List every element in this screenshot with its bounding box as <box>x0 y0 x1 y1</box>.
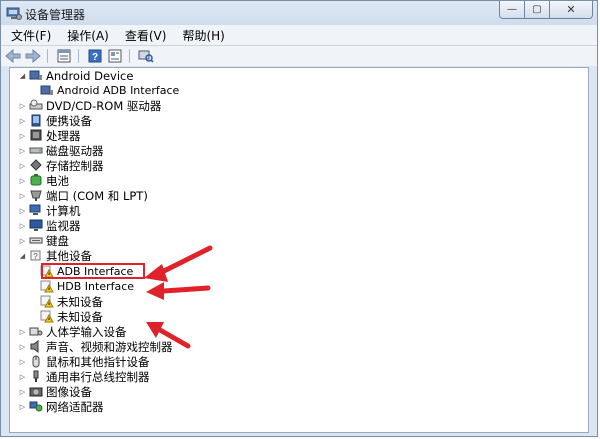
monitor-icon <box>29 219 43 232</box>
properties-icon[interactable] <box>56 48 72 64</box>
toolbar-separator <box>129 49 130 63</box>
warning-device-icon <box>40 310 54 323</box>
tree-item-processor[interactable]: ▷ 处理器 <box>18 128 81 143</box>
close-button[interactable]: ✕ <box>550 1 593 19</box>
tree-item-imaging[interactable]: ▷ 图像设备 <box>18 384 92 399</box>
tree-item-mouse[interactable]: ▷ 鼠标和其他指针设备 <box>18 354 150 369</box>
expand-triangle-icon[interactable]: ▷ <box>18 388 27 396</box>
toolbar-separator <box>78 49 79 63</box>
tree-item-keyboard[interactable]: ▷ 键盘 <box>18 233 69 248</box>
tree-item-dvd[interactable]: ▷ DVD/CD-ROM 驱动器 <box>18 98 162 113</box>
menu-bar: 文件(F) 操作(A) 查看(V) 帮助(H) <box>1 25 597 46</box>
tree-item-battery[interactable]: ▷ 电池 <box>18 173 69 188</box>
speaker-icon <box>29 340 43 353</box>
toolbar-separator <box>47 49 48 63</box>
other-devices-icon: ? <box>29 249 43 262</box>
battery-icon <box>29 174 43 187</box>
scan-hardware-icon[interactable] <box>138 48 154 64</box>
arrow-head-adb <box>144 264 168 282</box>
tree-item-network[interactable]: ▷ 网络适配器 <box>18 399 104 414</box>
maximize-icon: ▢ <box>532 4 542 15</box>
collapse-triangle-icon[interactable]: ◢ <box>18 252 27 260</box>
dvd-drive-icon <box>29 99 43 112</box>
expand-triangle-icon[interactable]: ▷ <box>18 237 27 245</box>
expand-triangle-icon[interactable]: ▷ <box>18 102 27 110</box>
tree-item-disk[interactable]: ▷ 磁盘驱动器 <box>18 143 104 158</box>
help-icon[interactable]: ? <box>87 48 103 64</box>
port-icon <box>29 189 43 202</box>
tree-item-portable[interactable]: ▷ 便携设备 <box>18 113 92 128</box>
minimize-icon: — <box>507 4 517 15</box>
arrow-to-adb <box>155 245 213 277</box>
maximize-button[interactable]: ▢ <box>525 1 550 19</box>
expand-triangle-icon[interactable]: ▷ <box>18 117 27 125</box>
keyboard-icon <box>29 234 43 247</box>
forward-arrow-icon[interactable] <box>25 48 41 64</box>
arrow-head-hdb <box>146 282 164 300</box>
expand-triangle-icon[interactable]: ▷ <box>18 373 27 381</box>
device-manager-icon <box>6 5 22 21</box>
tree-item-storage[interactable]: ▷ 存储控制器 <box>18 158 104 173</box>
tree-item-unknown-device[interactable]: 未知设备 <box>40 294 103 309</box>
menu-view[interactable]: 查看(V) <box>119 27 173 44</box>
device-tree[interactable]: ◢ Android Device Android ADB Interface ▷… <box>9 67 589 433</box>
minimize-button[interactable]: — <box>499 1 525 19</box>
expand-triangle-icon[interactable]: ▷ <box>18 358 27 366</box>
disk-drive-icon <box>29 144 43 157</box>
device-manager-window: 设备管理器 — ▢ ✕ 文件(F) 操作(A) 查看(V) 帮助(H) ? ◢ … <box>0 0 598 437</box>
tree-item-usb[interactable]: ▷ 通用串行总线控制器 <box>18 369 150 384</box>
tree-item-ports[interactable]: ▷ 端口 (COM 和 LPT) <box>18 188 148 203</box>
expand-triangle-icon[interactable]: ▷ <box>18 132 27 140</box>
svg-text:?: ? <box>92 52 98 63</box>
highlight-box <box>41 263 145 279</box>
menu-file[interactable]: 文件(F) <box>5 27 57 44</box>
warning-device-icon <box>40 280 54 293</box>
back-arrow-icon[interactable] <box>5 48 21 64</box>
tree-item-android-adb[interactable]: Android ADB Interface <box>40 83 179 98</box>
collapse-triangle-icon[interactable]: ◢ <box>18 72 27 80</box>
expand-triangle-icon[interactable]: ▷ <box>18 328 27 336</box>
expand-triangle-icon[interactable]: ▷ <box>18 343 27 351</box>
mouse-icon <box>29 355 43 368</box>
expand-triangle-icon[interactable]: ▷ <box>18 207 27 215</box>
warning-device-icon <box>40 295 54 308</box>
expand-triangle-icon[interactable]: ▷ <box>18 192 27 200</box>
camera-icon <box>29 385 43 398</box>
expand-triangle-icon[interactable]: ▷ <box>18 147 27 155</box>
hid-icon <box>29 325 43 338</box>
arrow-to-hdb <box>161 285 211 294</box>
toolbar: ? <box>1 46 597 66</box>
title-bar[interactable]: 设备管理器 — ▢ ✕ <box>1 1 597 25</box>
menu-help[interactable]: 帮助(H) <box>176 27 230 44</box>
expand-triangle-icon[interactable]: ▷ <box>18 222 27 230</box>
tree-item-hid[interactable]: ▷ 人体学输入设备 <box>18 324 127 339</box>
portable-device-icon <box>29 114 43 127</box>
tree-item-monitor[interactable]: ▷ 监视器 <box>18 218 81 233</box>
tree-item-hdb-interface[interactable]: HDB Interface <box>40 279 134 294</box>
tree-item-computer[interactable]: ▷ 计算机 <box>18 203 81 218</box>
expand-triangle-icon[interactable]: ▷ <box>18 177 27 185</box>
menu-action[interactable]: 操作(A) <box>61 27 115 44</box>
android-device-icon <box>40 84 54 97</box>
close-icon: ✕ <box>566 3 576 16</box>
network-adapter-icon <box>29 400 43 413</box>
window-title: 设备管理器 <box>25 8 86 22</box>
tree-item-unknown-device[interactable]: 未知设备 <box>40 309 103 324</box>
android-device-icon <box>29 69 43 82</box>
computer-icon <box>29 204 43 217</box>
annotation-arrows <box>144 245 213 349</box>
expand-triangle-icon[interactable]: ▷ <box>18 403 27 411</box>
usb-icon <box>29 370 43 383</box>
tree-item-android-device[interactable]: ◢ Android Device <box>18 68 134 83</box>
view-icon[interactable] <box>107 48 123 64</box>
arrow-to-unknown <box>157 327 191 349</box>
svg-text:?: ? <box>33 252 38 261</box>
tree-item-other-devices[interactable]: ◢ ? 其他设备 <box>18 248 92 263</box>
expand-triangle-icon[interactable]: ▷ <box>18 162 27 170</box>
storage-controller-icon <box>29 159 43 172</box>
processor-icon <box>29 129 43 142</box>
